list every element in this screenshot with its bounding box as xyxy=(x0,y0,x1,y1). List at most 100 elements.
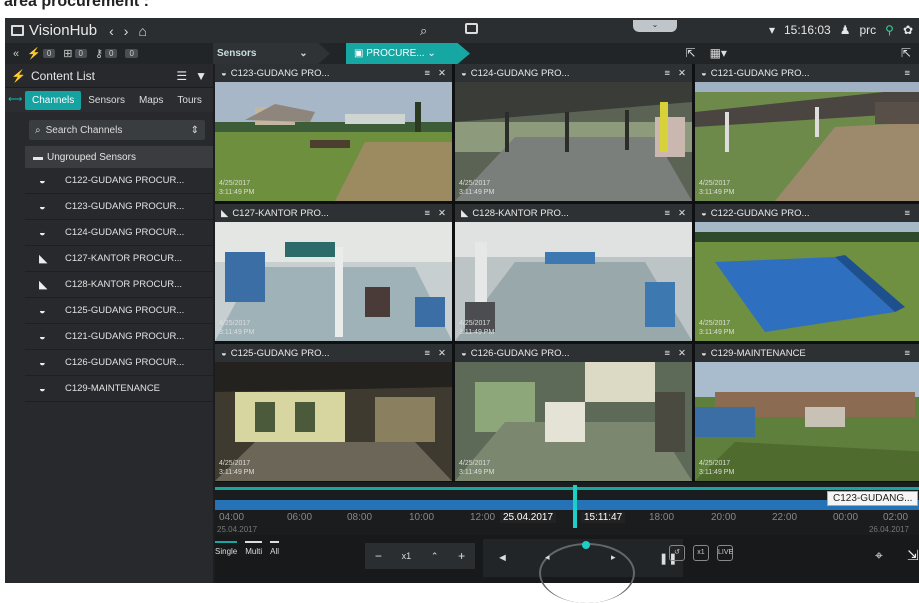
camera-tile[interactable]: ◒ C124-GUDANG PRO... ≡ ✕ 4/25/2017 3:11:49 P… xyxy=(455,64,692,201)
camera-tile[interactable]: ◒C121-GUDANG PRO...≡✕ 4/25/20173:11:49 P… xyxy=(695,64,919,201)
link-icon[interactable]: ⚲ xyxy=(885,23,894,37)
camera-tile[interactable]: ◒ C123-GUDANG PRO... ≡ ✕ 4/25/2017 3:11:49 P… xyxy=(215,64,452,201)
visionhub-window: VisionHub ‹ › ⌂ ⌕ ⌄ ▾ 15:16:03 ♟ prc ⚲ ✿… xyxy=(5,18,919,603)
menu-icon[interactable]: ≡ xyxy=(664,348,670,359)
search-icon: ⌕ xyxy=(35,124,41,136)
close-icon[interactable]: ✕ xyxy=(678,68,686,79)
camera-time: 3:11:49 PM xyxy=(699,329,735,336)
mode-all[interactable]: All xyxy=(270,541,280,556)
jog-knob[interactable] xyxy=(582,541,590,549)
export-icon[interactable]: ⇱ xyxy=(686,46,696,60)
history-icon[interactable]: ↺ xyxy=(669,545,685,561)
user-name[interactable]: prc xyxy=(859,23,876,37)
camera-dome-icon: ◒ xyxy=(221,347,227,359)
export-icon[interactable]: ⇲ xyxy=(907,547,919,564)
list-icon[interactable]: ☰ xyxy=(176,69,187,83)
step-forward-icon[interactable]: ▸ xyxy=(611,552,616,563)
camera-tile[interactable]: ◣ C127-KANTOR PRO... ≡ ✕ 4/25/2017 3:11:49 P… xyxy=(215,204,452,341)
collapse-icon[interactable]: « xyxy=(13,48,19,60)
menu-icon[interactable]: ≡ xyxy=(424,208,430,219)
close-icon[interactable]: ✕ xyxy=(438,208,446,219)
list-item[interactable]: ◒ C122-GUDANG PROCUR... xyxy=(25,168,213,194)
camera-tile[interactable]: ◒ C125-GUDANG PRO... ≡ ✕ 4/25/2017 3:11:49 P… xyxy=(215,344,452,481)
forward-icon[interactable]: › xyxy=(124,23,129,39)
menu-icon[interactable]: ≡ xyxy=(904,68,910,79)
menu-icon[interactable]: ≡ xyxy=(664,208,670,219)
keys-count: 0 xyxy=(105,49,118,58)
jog-dial[interactable]: ◄ ◂ ▸ ❚❚ xyxy=(483,539,683,603)
live-icon[interactable]: LIVE xyxy=(717,545,733,561)
grid-layout-icon[interactable]: ▦▾ xyxy=(710,46,727,60)
keys-button[interactable]: ⚷ 0 xyxy=(95,47,118,60)
date-start: 25.04.2017 xyxy=(217,525,258,534)
breadcrumb-procure[interactable]: ▣ PROCURE... ⌄ xyxy=(346,43,470,64)
tab-channels[interactable]: Channels xyxy=(25,90,82,110)
rewind-icon[interactable]: ◄ xyxy=(497,552,508,564)
mode-multi[interactable]: Multi xyxy=(245,541,263,556)
camera-tile[interactable]: ◒C122-GUDANG PRO...≡✕ 4/25/20173:11:49 P… xyxy=(695,204,919,341)
side-strip-icon[interactable]: ⟷ xyxy=(5,88,23,112)
close-icon[interactable]: ✕ xyxy=(438,68,446,79)
camera-dome-icon: ◒ xyxy=(39,330,46,343)
list-item[interactable]: ◣ C127-KANTOR PROCUR... xyxy=(25,246,213,272)
menu-icon[interactable]: ≡ xyxy=(904,348,910,359)
speed-up-icon[interactable]: ⌃ xyxy=(431,551,439,562)
content-list-title: Content List xyxy=(30,68,95,83)
list-item[interactable]: ◒ C129-MAINTENANCE xyxy=(25,376,213,402)
menu-icon[interactable]: ≡ xyxy=(424,68,430,79)
menu-icon[interactable]: ≡ xyxy=(664,68,670,79)
camera-date: 4/25/2017 xyxy=(699,320,731,327)
target-icon[interactable]: ⌖ xyxy=(875,547,883,564)
fullscreen-icon[interactable]: ⇱ xyxy=(901,46,911,60)
camera-dome-icon: ◒ xyxy=(221,67,227,79)
search-icon[interactable]: ⌕ xyxy=(420,23,427,39)
close-icon[interactable]: ✕ xyxy=(678,208,686,219)
speed-control: − x1 ⌃ + xyxy=(365,543,475,569)
keys-icon: ⚷ xyxy=(94,48,104,60)
screen-handle[interactable]: ⌄ xyxy=(633,20,677,32)
misc-button[interactable]: 0 xyxy=(125,49,138,58)
search-channels-input[interactable]: ⌕ Search Channels ⇕ xyxy=(29,120,205,140)
camera-tile[interactable]: ◣ C128-KANTOR PRO... ≡ ✕ 4/25/2017 3:11:49 P… xyxy=(455,204,692,341)
settings-icon[interactable]: ✿ xyxy=(903,23,913,37)
menu-icon[interactable]: ≡ xyxy=(904,208,910,219)
back-icon[interactable]: ‹ xyxy=(109,23,114,39)
camera-date: 4/25/2017 xyxy=(459,320,491,327)
list-item[interactable]: ◒ C125-GUDANG PROCUR... xyxy=(25,298,213,324)
camera-tile[interactable]: ◒ C126-GUDANG PRO... ≡ ✕ 4/25/2017 3:11:49 P… xyxy=(455,344,692,481)
list-item[interactable]: ◒ C124-GUDANG PROCUR... xyxy=(25,220,213,246)
timeline[interactable]: C123-GUDANG... 04:00 06:00 08:00 10:00 1… xyxy=(215,482,919,535)
search-placeholder: Search Channels xyxy=(45,124,123,136)
list-item[interactable]: ◣ C128-KANTOR PROCUR... xyxy=(25,272,213,298)
list-item[interactable]: ◒ C126-GUDANG PROCUR... xyxy=(25,350,213,376)
filter-icon[interactable]: ▼ xyxy=(195,69,207,83)
camera-feed: 4/25/2017 3:11:49 PM xyxy=(455,222,692,341)
group-ungrouped-sensors[interactable]: ▬ Ungrouped Sensors xyxy=(25,146,213,168)
speed-value: x1 xyxy=(401,551,412,561)
camera-bullet-icon: ◣ xyxy=(39,279,48,291)
tab-sensors[interactable]: Sensors xyxy=(81,91,132,110)
tab-maps[interactable]: Maps xyxy=(132,91,170,110)
breadcrumb-sensors[interactable]: Sensors ⌄ xyxy=(213,43,330,64)
close-icon[interactable]: ✕ xyxy=(438,348,446,359)
sort-icon[interactable]: ⇕ xyxy=(191,125,199,136)
list-item[interactable]: ◒ C121-GUDANG PROCUR... xyxy=(25,324,213,350)
list-item[interactable]: ◒ C123-GUDANG PROCUR... xyxy=(25,194,213,220)
home-icon[interactable]: ⌂ xyxy=(138,23,146,39)
user-icon: ♟ xyxy=(839,23,851,37)
bolt-icon: ⚡ xyxy=(11,68,26,83)
monitor-icon[interactable] xyxy=(465,23,479,34)
tab-tours[interactable]: Tours xyxy=(170,91,208,110)
close-icon[interactable]: ✕ xyxy=(678,348,686,359)
speed-increase-button[interactable]: + xyxy=(458,549,465,563)
camera-title: C124-GUDANG PRO... xyxy=(470,67,570,79)
menu-icon[interactable]: ≡ xyxy=(424,348,430,359)
mode-single[interactable]: Single xyxy=(215,541,238,556)
add-button[interactable]: ⊞ 0 xyxy=(63,47,87,60)
list-item-label: C129-MAINTENANCE xyxy=(65,383,161,394)
step-back-icon[interactable]: ◂ xyxy=(545,552,550,563)
camera-tile[interactable]: ◒C129-MAINTENANCE≡✕ 4/25/20173:11:49 PM xyxy=(695,344,919,481)
speed-decrease-button[interactable]: − xyxy=(375,549,382,563)
alarm-button[interactable]: ⚡ 0 xyxy=(27,47,56,60)
speed-x1-icon[interactable]: x1 xyxy=(693,545,709,561)
